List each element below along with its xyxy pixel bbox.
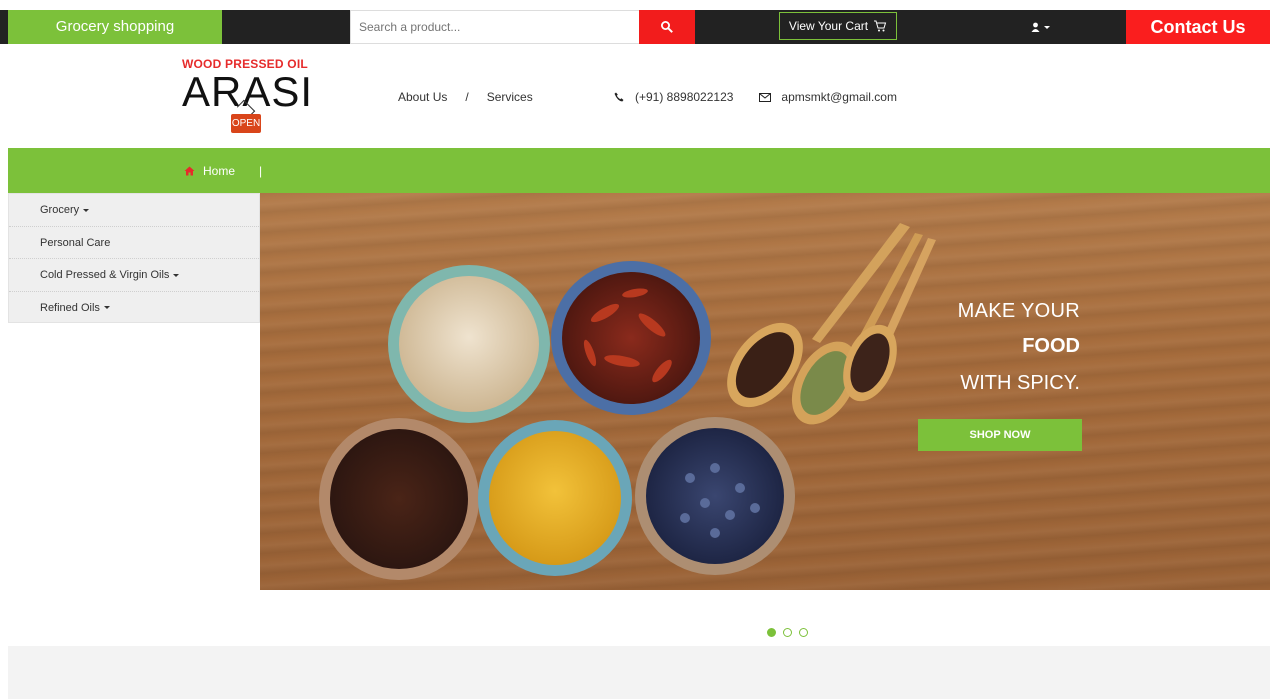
hero-banner: MAKE YOUR FOOD WITH SPICY. SHOP NOW	[260, 193, 1270, 590]
open-sign-badge: OPEN	[231, 114, 261, 133]
sidebar-item-label: Refined Oils	[40, 301, 100, 314]
sidebar-item-personal-care[interactable]: Personal Care	[9, 227, 259, 259]
sidebar-item-label: Personal Care	[40, 236, 111, 249]
search-icon	[661, 21, 673, 33]
contact-info: (+91) 8898022123 apmsmkt@gmail.com	[611, 90, 897, 104]
banner-line-3: WITH SPICY.	[960, 372, 1080, 394]
site-logo[interactable]: WOOD PRESSED OIL ARASI OPEN	[182, 57, 312, 137]
services-link[interactable]: Services	[487, 90, 533, 104]
about-us-link[interactable]: About Us	[398, 90, 447, 104]
carousel-indicators	[767, 628, 808, 637]
phone-icon	[611, 92, 627, 102]
phone-number[interactable]: (+91) 8898022123	[635, 90, 733, 104]
sidebar-item-refined-oils[interactable]: Refined Oils	[9, 292, 259, 325]
sidebar-item-grocery[interactable]: Grocery	[9, 194, 259, 227]
view-cart-button[interactable]: View Your Cart	[779, 12, 897, 40]
sidebar-item-cold-pressed-oils[interactable]: Cold Pressed & Virgin Oils	[9, 259, 259, 292]
nav-divider: |	[259, 164, 263, 178]
home-icon	[184, 166, 195, 175]
carousel-dot-2[interactable]	[783, 628, 792, 637]
cart-icon	[874, 20, 887, 32]
banner-headline: MAKE YOUR FOOD WITH SPICY.	[940, 300, 1080, 395]
shop-now-button[interactable]: SHOP NOW	[918, 419, 1082, 451]
carousel-dot-1[interactable]	[767, 628, 776, 637]
chevron-down-icon	[103, 306, 110, 310]
search-input[interactable]	[350, 10, 640, 44]
envelope-icon	[757, 92, 773, 102]
chevron-down-icon	[83, 208, 90, 212]
sidebar-item-label: Grocery	[40, 204, 80, 216]
content-section	[8, 646, 1270, 699]
main-navigation: Home |	[8, 148, 1270, 193]
carousel-dot-3[interactable]	[799, 628, 808, 637]
site-brand-label[interactable]: Grocery shopping	[8, 10, 222, 44]
chevron-down-icon	[173, 273, 180, 277]
sidebar-item-label: Cold Pressed & Virgin Oils	[40, 269, 170, 281]
nav-item-home[interactable]: Home	[184, 148, 235, 193]
banner-line-1: MAKE YOUR	[957, 300, 1080, 322]
spice-bowls-image	[319, 223, 936, 580]
category-sidebar: Grocery Personal Care Cold Pressed & Vir…	[8, 193, 260, 323]
email-address[interactable]: apmsmkt@gmail.com	[781, 90, 897, 104]
cart-label: View Your Cart	[788, 19, 869, 33]
banner-line-2: FOOD	[1022, 335, 1080, 357]
header-nav: About Us / Services	[398, 90, 533, 104]
user-menu-button[interactable]	[1022, 10, 1058, 44]
user-icon	[1031, 22, 1039, 32]
chevron-down-icon	[1043, 25, 1050, 29]
search-button[interactable]	[639, 10, 695, 44]
nav-separator: /	[465, 90, 469, 104]
top-bar: Grocery shopping View Your Cart Contact …	[0, 10, 1270, 44]
contact-us-button[interactable]: Contact Us	[1126, 10, 1270, 44]
nav-home-label: Home	[203, 163, 236, 178]
